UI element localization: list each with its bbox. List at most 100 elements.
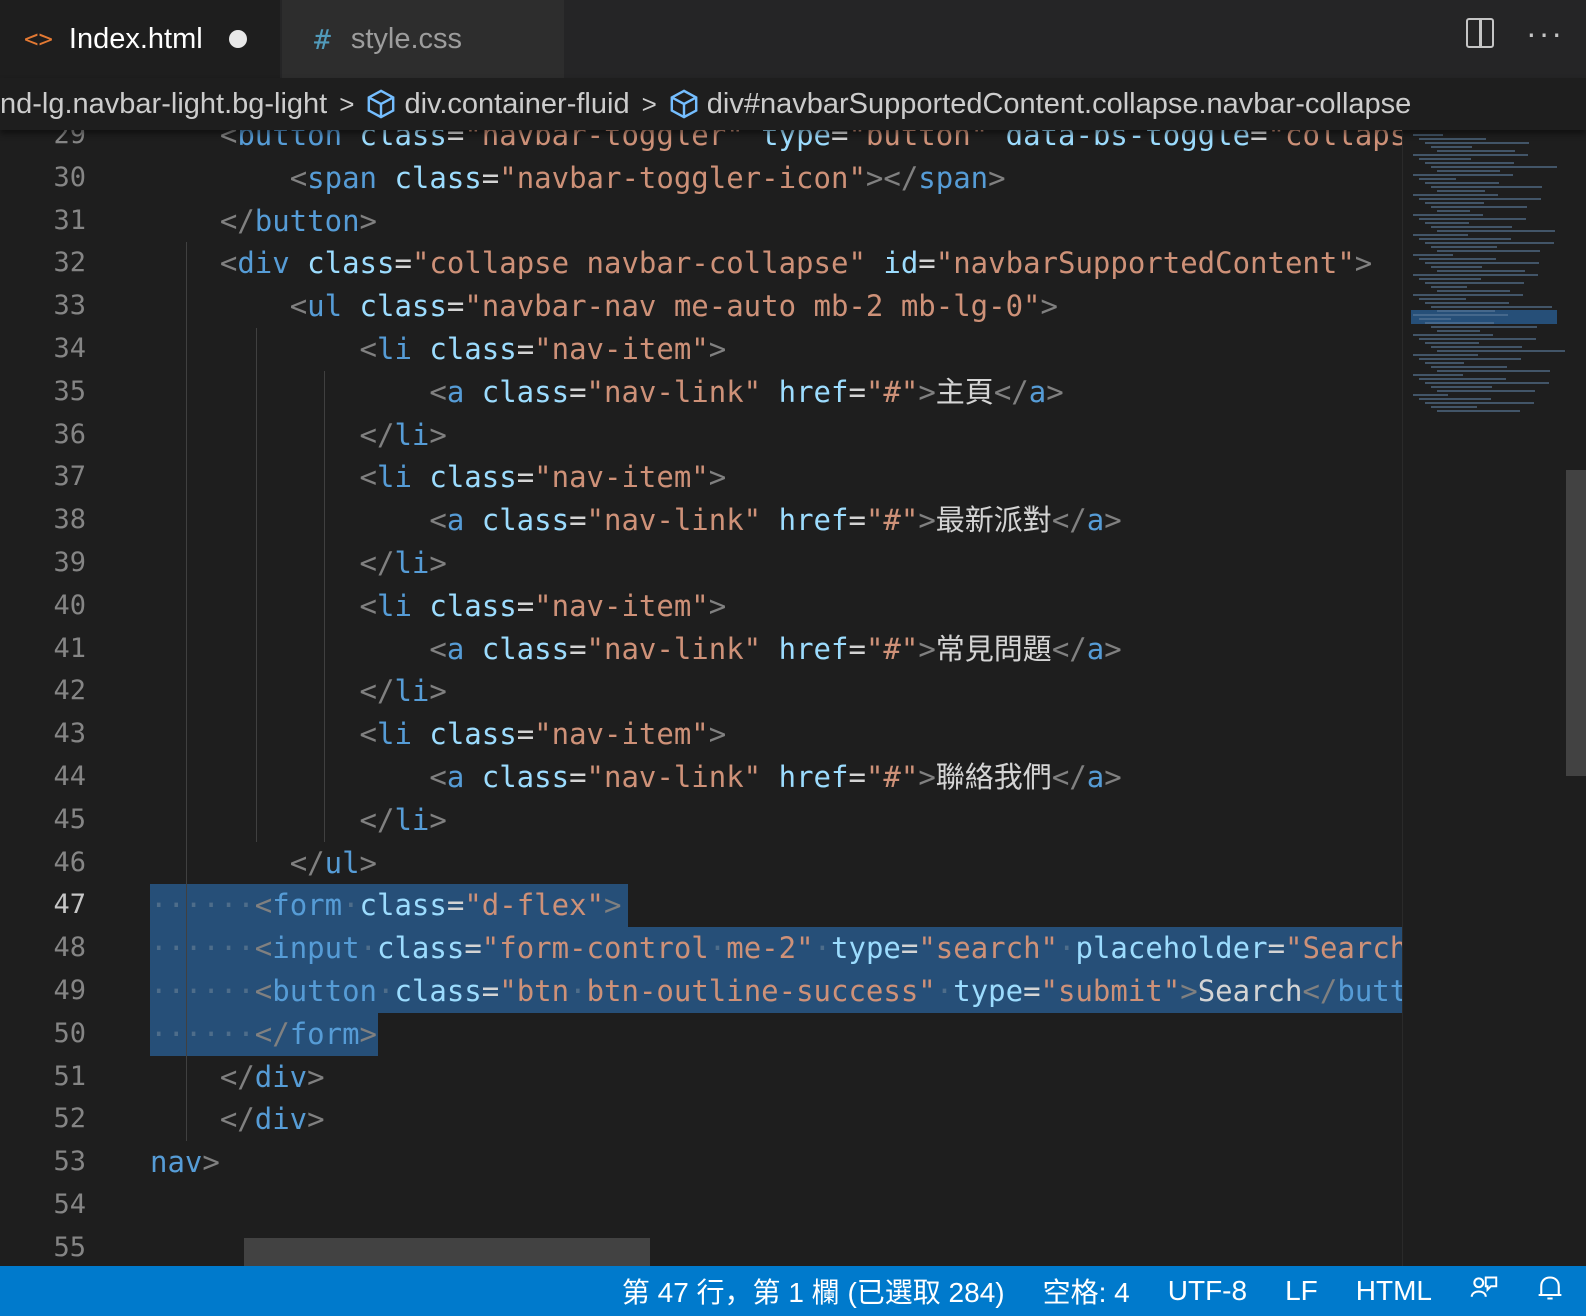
token: · — [377, 974, 395, 1008]
code-line[interactable]: 30 <span class="navbar-toggler-icon"></s… — [0, 157, 1402, 199]
minimap-line — [1431, 186, 1542, 188]
token: div — [254, 1102, 308, 1137]
code-line[interactable]: 37 <li class="nav-item"> — [0, 456, 1402, 498]
code-line[interactable]: 38 <a class="nav-link" href="#">最新派對</a> — [0, 499, 1402, 541]
code-line[interactable]: 41 <a class="nav-link" href="#">常見問題</a> — [0, 628, 1402, 670]
language-mode[interactable]: HTML — [1356, 1275, 1432, 1307]
token: > — [429, 417, 447, 452]
split-editor-icon[interactable] — [1466, 18, 1495, 48]
token: > — [307, 1059, 325, 1094]
minimap-line — [1425, 362, 1464, 364]
line-number: 40 — [53, 589, 86, 621]
tab-style-css[interactable]: # style.css — [282, 0, 564, 78]
minimap-line — [1413, 274, 1538, 276]
code-line[interactable]: 51 </div> — [0, 1056, 1402, 1098]
breadcrumb-item-nav[interactable]: nd-lg.navbar-light.bg-light — [0, 88, 327, 121]
token: = — [1267, 931, 1286, 966]
encoding[interactable]: UTF-8 — [1168, 1275, 1247, 1307]
indentation[interactable]: 空格: 4 — [1043, 1271, 1130, 1311]
cursor-position[interactable]: 第 47 行，第 1 欄 (已選取 284) — [622, 1271, 1005, 1311]
code-line[interactable]: 47 ······<form·class="d-flex"> — [0, 884, 1402, 926]
line-number: 51 — [53, 1060, 86, 1092]
code-editor[interactable]: 29 <button class="navbar-toggler" type="… — [0, 130, 1402, 1266]
code-line[interactable]: 45 </li> — [0, 799, 1402, 841]
token: = — [848, 374, 866, 409]
token: div — [237, 246, 290, 281]
token: > — [1104, 631, 1122, 666]
more-actions-icon[interactable]: ··· — [1526, 17, 1564, 49]
breadcrumb-item-container[interactable]: div.container-fluid — [404, 88, 629, 121]
code-line[interactable]: 34 <li class="nav-item"> — [0, 328, 1402, 370]
code-text: </li> — [150, 799, 447, 841]
token: butt — [1337, 974, 1402, 1008]
line-number: 54 — [53, 1189, 86, 1220]
minimap-line — [1419, 198, 1541, 200]
token: </ — [219, 1102, 255, 1137]
code-line[interactable]: 32 <div class="collapse navbar-collapse"… — [0, 242, 1402, 284]
code-line[interactable]: 44 <a class="nav-link" href="#">聯絡我們</a> — [0, 756, 1402, 798]
token: "nav-item" — [534, 588, 709, 623]
code-line[interactable]: 35 <a class="nav-link" href="#">主頁</a> — [0, 371, 1402, 413]
code-line[interactable]: 48 ······<input·class="form-control·me-2"… — [0, 927, 1402, 969]
line-number: 39 — [53, 547, 86, 578]
feedback-icon[interactable] — [1470, 1274, 1498, 1309]
token: </ — [254, 1016, 290, 1051]
code-line[interactable]: 33 <ul class="navbar-nav me-auto mb-2 mb… — [0, 285, 1402, 327]
line-number: 38 — [53, 504, 86, 536]
code-line[interactable]: 46 </ul> — [0, 842, 1402, 884]
breadcrumb-item-collapse[interactable]: div#navbarSupportedContent.collapse.navb… — [707, 88, 1412, 121]
code-line[interactable]: 31 </button> — [0, 200, 1402, 242]
code-line[interactable]: 53 nav> — [0, 1141, 1402, 1183]
token: </ — [1051, 760, 1087, 794]
minimap-line — [1413, 394, 1448, 396]
code-line[interactable]: 39 </li> — [0, 542, 1402, 584]
token: > — [604, 888, 622, 923]
token: > — [708, 332, 727, 366]
tab-index-html[interactable]: <> Index.html — [0, 0, 280, 78]
token: > — [1104, 760, 1122, 794]
token: ul — [324, 845, 360, 880]
notifications-bell-icon[interactable] — [1536, 1274, 1564, 1309]
minimap-line — [1431, 266, 1482, 268]
minimap-line — [1425, 342, 1479, 344]
code-line[interactable]: 36 </li> — [0, 414, 1402, 456]
code-line[interactable]: 55 — [0, 1227, 1402, 1266]
minimap-line — [1437, 230, 1555, 232]
code-line[interactable]: 49 ······<button·class="btn·btn-outline-s… — [0, 970, 1402, 1012]
token: ······ — [150, 888, 255, 923]
token: "collapse" — [1267, 130, 1402, 152]
code-line[interactable]: 52 </div> — [0, 1098, 1402, 1140]
minimap[interactable] — [1402, 130, 1565, 1266]
code-text: <span class="navbar-toggler-icon"></span… — [150, 157, 1006, 199]
code-line[interactable]: 29 <button class="navbar-toggler" type="… — [0, 130, 1402, 156]
code-line[interactable]: 42 </li> — [0, 670, 1402, 712]
minimap-line — [1419, 138, 1486, 140]
indent-guide — [186, 242, 187, 1142]
token: type — [953, 974, 1024, 1008]
token: href — [778, 631, 849, 666]
unsaved-dot-icon[interactable] — [228, 30, 247, 48]
token: a — [446, 503, 465, 538]
code-line[interactable]: 40 <li class="nav-item"> — [0, 585, 1402, 627]
code-line[interactable]: 50 ······</form> — [0, 1013, 1402, 1055]
code-line[interactable]: 54 — [0, 1184, 1402, 1226]
line-ending[interactable]: LF — [1285, 1275, 1318, 1307]
token: > — [1354, 246, 1373, 281]
token: id — [883, 246, 919, 281]
horizontal-scrollbar[interactable] — [244, 1238, 650, 1266]
token: "d-flex" — [464, 888, 605, 923]
minimap-line — [1419, 338, 1536, 340]
code-line[interactable]: 43 <li class="nav-item"> — [0, 713, 1402, 755]
token: > — [918, 374, 936, 409]
vertical-scrollbar[interactable] — [1566, 470, 1586, 776]
token: </ — [1051, 631, 1087, 666]
